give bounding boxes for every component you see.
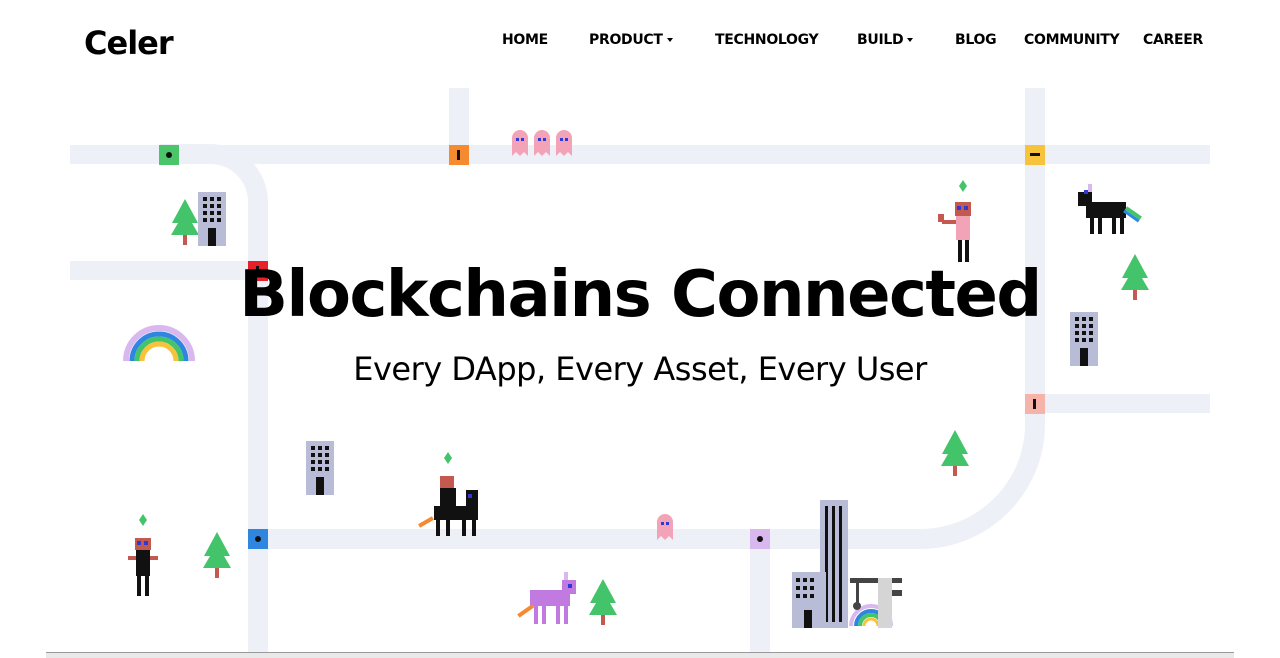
map-node-orange[interactable] bbox=[449, 145, 469, 165]
bar-icon bbox=[1030, 153, 1040, 156]
character-icon bbox=[418, 452, 478, 536]
ghost-icon bbox=[512, 130, 572, 156]
bar-icon bbox=[457, 150, 460, 160]
unicorn-icon bbox=[517, 572, 576, 624]
tree-icon bbox=[589, 579, 617, 625]
tree-icon bbox=[171, 199, 199, 245]
character-icon bbox=[938, 180, 971, 262]
map-node-pink[interactable] bbox=[1025, 394, 1045, 414]
bottom-scroll-shadow bbox=[46, 652, 1234, 658]
dot-icon bbox=[166, 152, 172, 158]
character-icon bbox=[128, 514, 158, 596]
hero-subtitle: Every DApp, Every Asset, Every User bbox=[353, 350, 927, 388]
ghost-icon bbox=[657, 514, 673, 540]
crane-icon bbox=[850, 578, 902, 628]
map-node-blue[interactable] bbox=[248, 529, 268, 549]
dot-icon bbox=[255, 536, 261, 542]
bar-icon bbox=[1033, 399, 1036, 409]
map-node-yellow[interactable] bbox=[1025, 145, 1045, 165]
tree-icon bbox=[941, 430, 969, 476]
tree-icon bbox=[203, 532, 231, 578]
building-icon bbox=[306, 441, 334, 495]
map-node-green[interactable] bbox=[159, 145, 179, 165]
building-icon bbox=[198, 192, 226, 246]
unicorn-icon bbox=[1078, 184, 1142, 234]
dot-icon bbox=[757, 536, 763, 542]
tower-icon bbox=[792, 500, 902, 628]
map-node-lavender[interactable] bbox=[750, 529, 770, 549]
hero-title: Blockchains Connected bbox=[239, 258, 1042, 332]
